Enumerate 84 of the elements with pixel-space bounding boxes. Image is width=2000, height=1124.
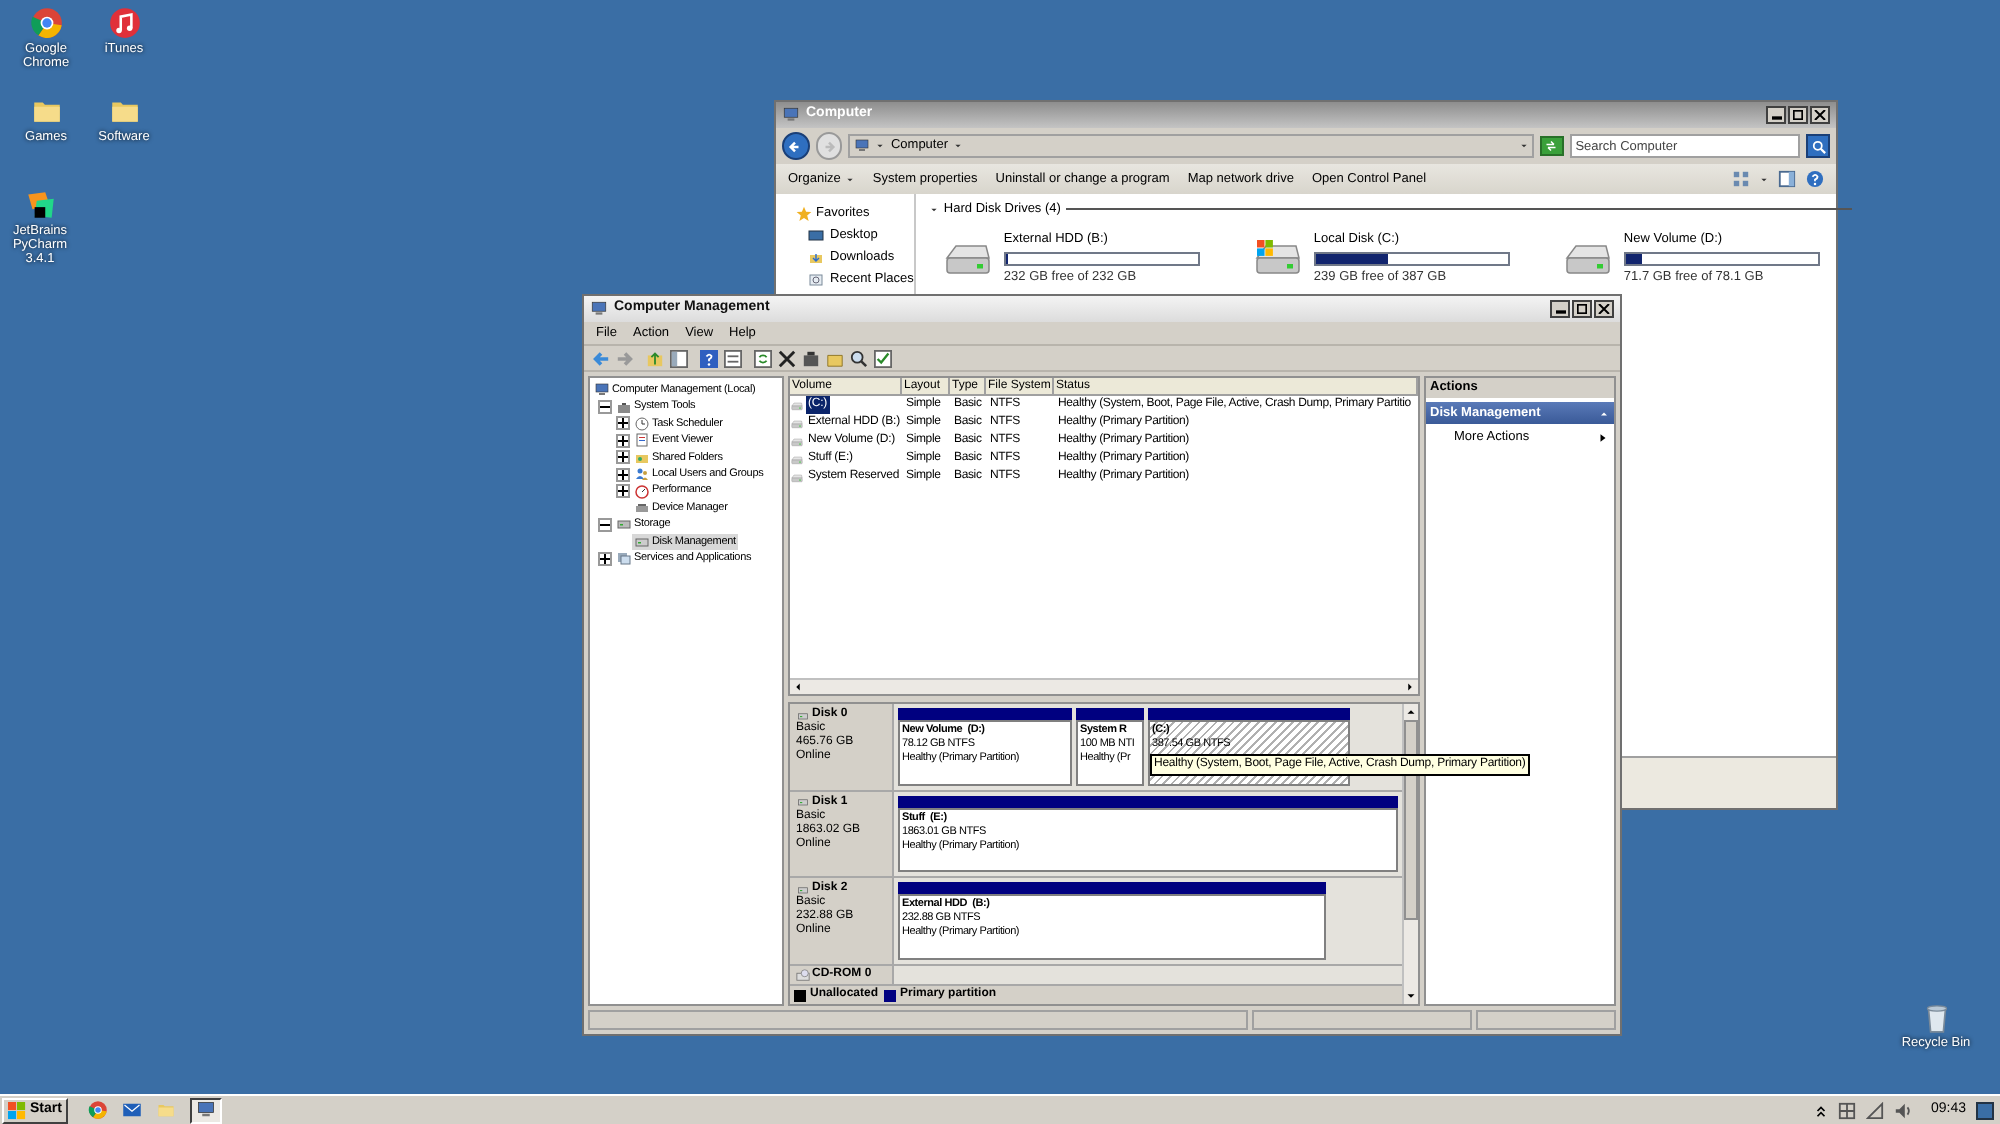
computer-icon xyxy=(195,1100,216,1120)
checklist-icon[interactable] xyxy=(874,349,892,367)
help-icon[interactable] xyxy=(1806,170,1824,188)
partition-strip xyxy=(1076,708,1144,720)
users-icon xyxy=(634,466,650,483)
clock-icon xyxy=(634,415,650,432)
plus-icon xyxy=(618,469,628,480)
plus-icon xyxy=(618,418,628,429)
minimize-button[interactable] xyxy=(1766,106,1786,124)
computer-icon xyxy=(854,138,871,154)
view-options-icon[interactable] xyxy=(1732,170,1750,188)
search-icon[interactable] xyxy=(850,349,868,367)
expand-toggle[interactable] xyxy=(616,467,630,482)
volume-icon[interactable] xyxy=(1894,1101,1913,1119)
refresh-button[interactable] xyxy=(1539,136,1564,156)
collapse-caret-icon[interactable] xyxy=(929,205,938,214)
left-arrow-icon xyxy=(788,139,803,153)
expand-toggle[interactable] xyxy=(616,450,630,465)
plus-icon xyxy=(618,486,628,497)
maximize-icon xyxy=(1576,304,1588,314)
device-icon xyxy=(634,499,650,516)
expand-toggle[interactable] xyxy=(616,416,630,431)
recent-places-icon xyxy=(808,271,824,287)
maximize-button[interactable] xyxy=(1788,106,1808,124)
network-icon[interactable] xyxy=(1866,1101,1885,1119)
minimize-button[interactable] xyxy=(1550,300,1570,318)
collapse-icon xyxy=(1598,407,1610,419)
storage-icon xyxy=(616,516,632,533)
computer-icon xyxy=(590,300,608,318)
plus-icon xyxy=(618,435,628,446)
computer-icon xyxy=(594,382,610,399)
minus-icon xyxy=(600,402,610,413)
minimize-icon xyxy=(1771,116,1781,120)
horizontal-scrollbar[interactable] xyxy=(790,678,1418,694)
plus-icon xyxy=(600,553,610,564)
close-icon xyxy=(1598,304,1610,314)
submenu-arrow-icon xyxy=(1598,432,1608,444)
refresh-icon xyxy=(1544,140,1559,152)
windows-flag-icon xyxy=(8,1101,26,1119)
toolbox-icon xyxy=(616,399,632,416)
expand-toggle[interactable] xyxy=(598,517,612,532)
right-arrow-icon xyxy=(822,139,837,153)
search-icon xyxy=(1811,139,1826,153)
minus-icon xyxy=(600,519,610,530)
back-button[interactable] xyxy=(782,132,810,160)
taskbar-button[interactable] xyxy=(189,1097,222,1123)
up-folder-icon[interactable] xyxy=(646,349,664,367)
caret-icon[interactable] xyxy=(1760,175,1768,183)
quick-launch-button[interactable] xyxy=(121,1099,144,1121)
optical-drive-icon xyxy=(796,968,810,983)
gauge-icon xyxy=(634,483,650,500)
maximize-icon xyxy=(1792,110,1804,120)
close-button[interactable] xyxy=(1594,300,1614,318)
expand-toggle[interactable] xyxy=(616,484,630,499)
minimize-icon xyxy=(1555,310,1565,314)
console-tree-icon[interactable] xyxy=(670,349,688,367)
action-center-icon[interactable] xyxy=(1838,1101,1857,1119)
show-desktop-button[interactable] xyxy=(1976,1101,1994,1119)
music-note-icon xyxy=(107,6,141,40)
download-folder-icon xyxy=(808,249,824,265)
shared-folder-icon xyxy=(634,449,650,466)
plus-icon xyxy=(618,452,628,463)
close-button[interactable] xyxy=(1810,106,1830,124)
close-icon xyxy=(1814,110,1826,120)
star-icon xyxy=(796,205,812,221)
folder-icon xyxy=(156,1100,177,1120)
desktop-icon xyxy=(808,227,824,243)
expand-toggle[interactable] xyxy=(616,433,630,448)
app-logo-icon xyxy=(23,188,57,222)
computer-icon xyxy=(782,106,800,124)
maximize-button[interactable] xyxy=(1572,300,1592,318)
preview-pane-icon[interactable] xyxy=(1778,170,1796,188)
delete-icon[interactable] xyxy=(778,349,796,367)
refresh-icon[interactable] xyxy=(754,349,772,367)
log-icon xyxy=(634,432,650,449)
expand-toggle[interactable] xyxy=(598,400,612,415)
help-icon[interactable] xyxy=(700,349,718,367)
search-button[interactable] xyxy=(1806,134,1830,158)
browser-icon xyxy=(29,6,63,40)
properties-icon[interactable] xyxy=(724,349,742,367)
services-icon xyxy=(616,550,632,567)
quick-launch-button[interactable] xyxy=(87,1099,110,1121)
expand-toggle[interactable] xyxy=(598,551,612,566)
show-hidden-icons[interactable] xyxy=(1814,1103,1829,1117)
